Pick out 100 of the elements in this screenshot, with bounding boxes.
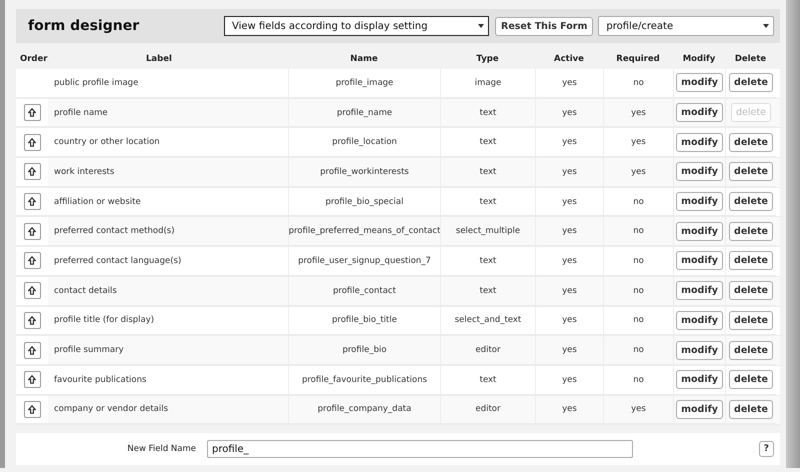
delete-button[interactable]: delete bbox=[729, 162, 773, 182]
modify-button[interactable]: modify bbox=[676, 310, 723, 330]
form-dropdown[interactable]: profile/create bbox=[598, 16, 774, 36]
field-label: New Field Name bbox=[126, 444, 196, 454]
table-cell: preferred contact method(s) bbox=[54, 226, 175, 236]
move-up-button[interactable] bbox=[24, 312, 40, 329]
table-cell: yes bbox=[562, 256, 577, 266]
table-cell: image bbox=[474, 78, 502, 88]
modify-button[interactable]: modify bbox=[676, 132, 723, 152]
modify-button[interactable]: modify bbox=[676, 222, 723, 241]
table-cell: yes bbox=[562, 78, 577, 88]
move-up-button[interactable] bbox=[24, 342, 40, 359]
delete-button[interactable]: delete bbox=[729, 281, 773, 300]
arrow-up-icon bbox=[28, 108, 36, 118]
delete-button[interactable]: delete bbox=[729, 400, 773, 419]
move-up-button[interactable] bbox=[24, 252, 40, 270]
caret-icon bbox=[478, 24, 484, 28]
modify-button[interactable]: modify bbox=[676, 103, 723, 122]
table-cell: profile_bio bbox=[342, 345, 387, 356]
table-cell: preferred contact language(s) bbox=[54, 256, 182, 266]
arrow-up-icon bbox=[28, 167, 36, 176]
table-cell: profile_preferred_means_of_contact bbox=[288, 226, 440, 236]
reset-form-button[interactable]: Reset This Form bbox=[495, 16, 594, 36]
table-cell: no bbox=[633, 256, 644, 266]
table-cell: text bbox=[480, 166, 496, 177]
move-up-button[interactable] bbox=[24, 104, 40, 122]
new-field-name-input[interactable]: profile_ bbox=[207, 440, 633, 458]
table-cell: no bbox=[633, 196, 644, 207]
table-cell: yes bbox=[562, 374, 577, 385]
table-cell: profile_location bbox=[332, 137, 397, 148]
table-cell: no bbox=[633, 374, 644, 385]
table-cell: profile_image bbox=[336, 78, 394, 88]
table-cell: editor bbox=[475, 345, 500, 356]
move-up-button[interactable] bbox=[24, 371, 40, 388]
table-cell: profile_bio_special bbox=[326, 196, 404, 207]
table-cell: text bbox=[480, 137, 496, 148]
table-cell: yes bbox=[562, 404, 577, 414]
table-cell: editor bbox=[475, 404, 500, 414]
table-cell: profile name bbox=[54, 108, 108, 118]
delete-button[interactable]: delete bbox=[729, 370, 773, 390]
table-cell: no bbox=[633, 226, 644, 236]
table-cell: no bbox=[633, 315, 644, 326]
modify-button[interactable]: modify bbox=[676, 281, 723, 300]
table-cell: yes bbox=[562, 108, 577, 118]
table-cell: select_multiple bbox=[456, 226, 520, 236]
modify-button[interactable]: modify bbox=[676, 400, 723, 419]
modify-button[interactable]: modify bbox=[676, 192, 723, 212]
table-cell: yes bbox=[631, 137, 646, 148]
arrow-up-icon bbox=[28, 197, 36, 206]
table-cell: country or other location bbox=[54, 137, 160, 148]
table-cell: no bbox=[633, 345, 644, 356]
delete-button[interactable]: delete bbox=[729, 222, 773, 241]
table-cell: yes bbox=[562, 137, 577, 148]
delete-button[interactable]: delete bbox=[729, 340, 773, 360]
move-up-button[interactable] bbox=[24, 134, 40, 151]
delete-button[interactable]: delete bbox=[729, 251, 773, 270]
table-cell: profile_favourite_publications bbox=[302, 374, 428, 385]
table-cell: affiliation or website bbox=[54, 196, 141, 207]
move-up-button[interactable] bbox=[24, 400, 40, 418]
table-cell: select_and_text bbox=[454, 315, 522, 326]
delete-button[interactable]: delete bbox=[729, 310, 773, 330]
page-title: form designer bbox=[28, 18, 140, 34]
modify-button[interactable]: modify bbox=[676, 73, 723, 92]
table-cell: favourite publications bbox=[54, 374, 146, 385]
table-cell: text bbox=[480, 108, 496, 118]
table-cell: yes bbox=[562, 166, 577, 177]
table-cell: text bbox=[480, 256, 496, 266]
arrow-up-icon bbox=[28, 404, 36, 414]
modify-button[interactable]: modify bbox=[676, 370, 723, 390]
arrow-up-icon bbox=[28, 375, 36, 384]
help-button[interactable]: ? bbox=[758, 441, 774, 458]
table-cell: yes bbox=[562, 315, 577, 326]
table-cell: no bbox=[633, 78, 644, 88]
move-up-button[interactable] bbox=[24, 222, 40, 240]
delete-button[interactable]: delete bbox=[729, 73, 773, 92]
delete-button[interactable]: delete bbox=[729, 132, 773, 152]
table-cell: yes bbox=[562, 226, 577, 236]
table-cell: text bbox=[480, 286, 496, 296]
table-cell: yes bbox=[631, 166, 646, 177]
arrow-up-icon bbox=[28, 138, 36, 147]
modify-button[interactable]: modify bbox=[676, 340, 723, 360]
scrollbar[interactable] bbox=[786, 0, 800, 468]
caret-icon bbox=[763, 24, 769, 28]
table-cell: yes bbox=[562, 196, 577, 207]
modify-button[interactable]: modify bbox=[676, 162, 723, 182]
table-cell: company or vendor details bbox=[54, 404, 168, 414]
arrow-up-icon bbox=[28, 286, 36, 296]
table-cell: profile title (for display) bbox=[54, 315, 154, 326]
arrow-up-icon bbox=[28, 316, 36, 325]
arrow-up-icon bbox=[28, 256, 36, 266]
modify-button[interactable]: modify bbox=[676, 251, 723, 270]
move-up-button[interactable] bbox=[24, 193, 40, 210]
table-cell: profile_company_data bbox=[318, 404, 412, 414]
arrow-up-icon bbox=[28, 226, 36, 236]
table-cell: profile_name bbox=[336, 108, 392, 118]
move-up-button[interactable] bbox=[24, 163, 40, 180]
table-cell: text bbox=[480, 374, 496, 385]
view-dropdown[interactable]: View fields according to display setting bbox=[224, 16, 489, 36]
move-up-button[interactable] bbox=[24, 282, 40, 300]
delete-button[interactable]: delete bbox=[729, 192, 773, 212]
